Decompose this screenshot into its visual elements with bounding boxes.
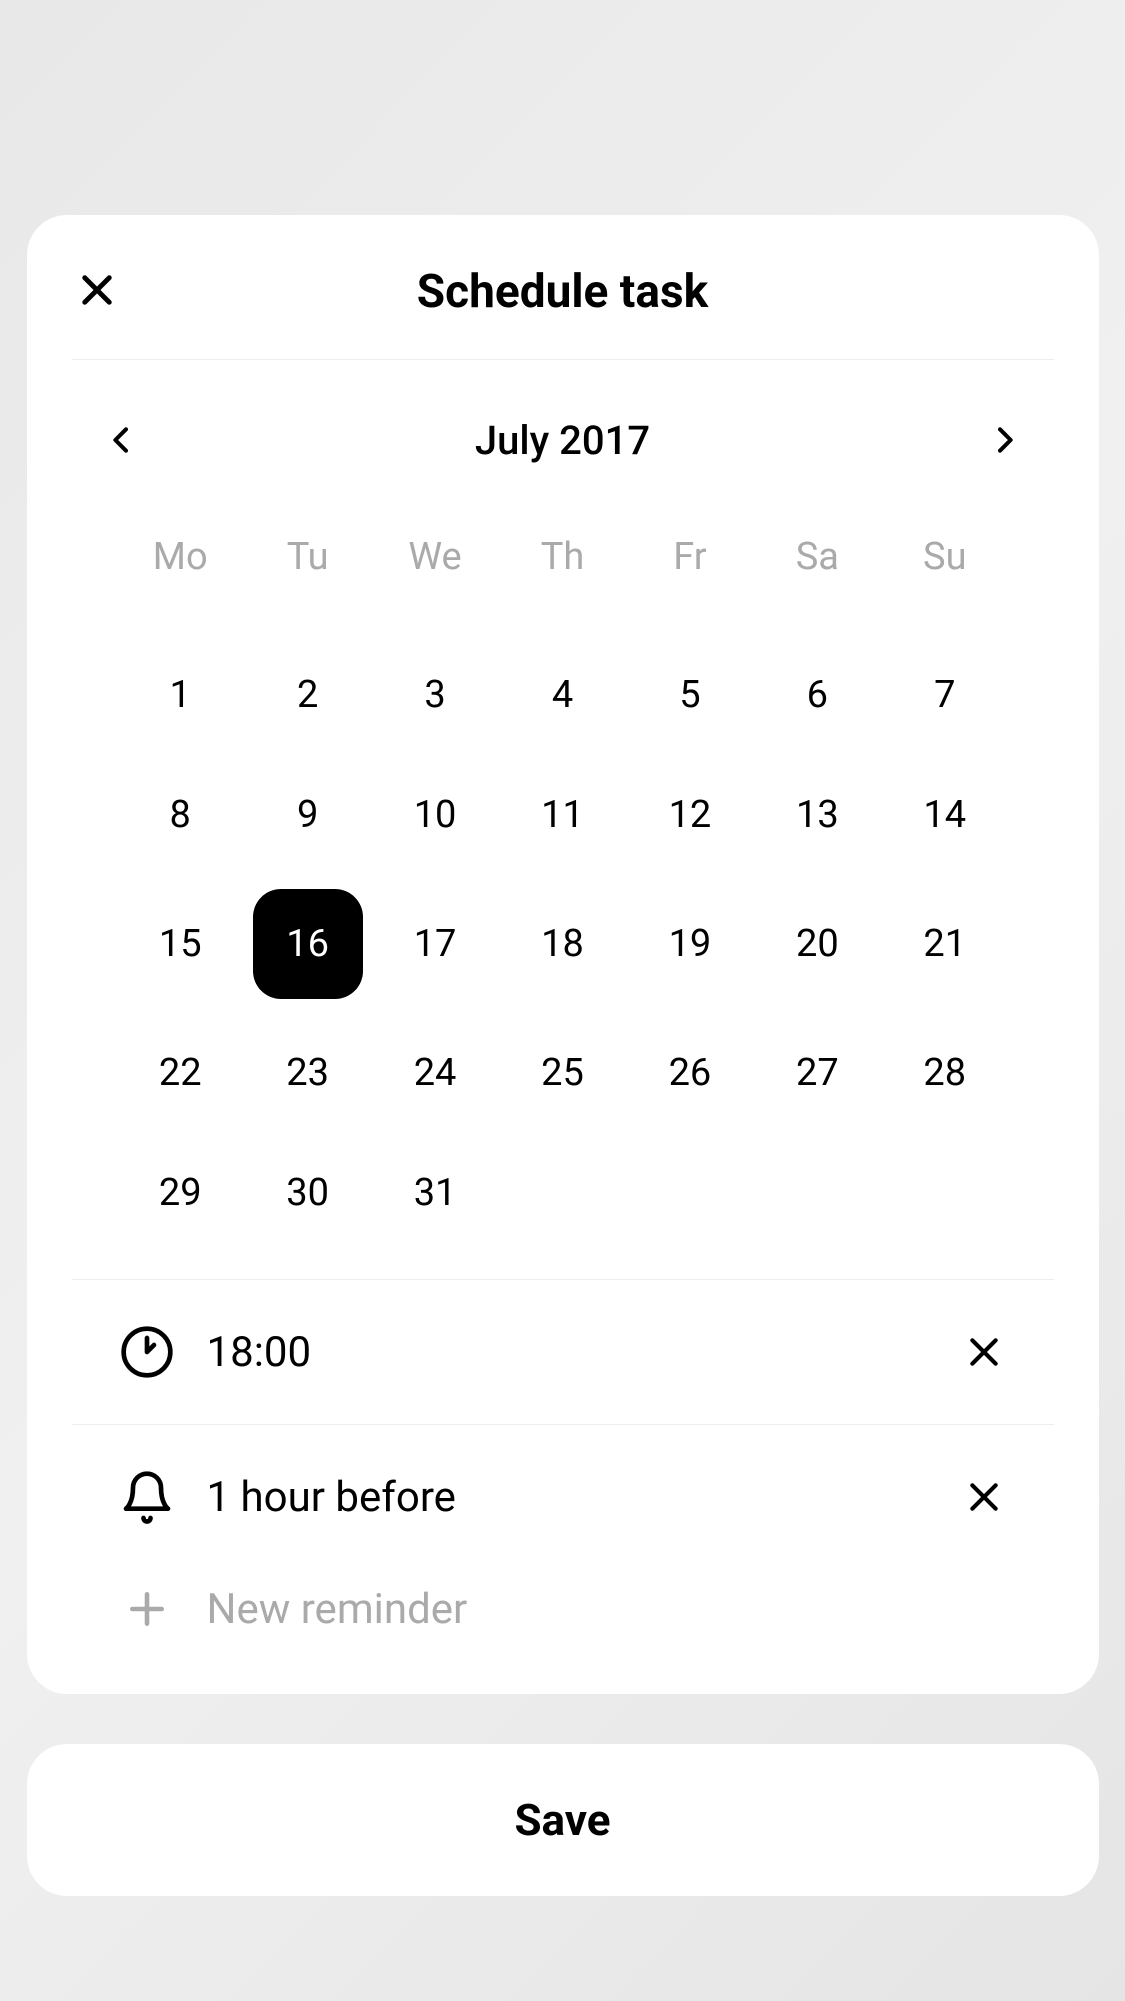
weekday-header: Th: [499, 515, 626, 599]
close-icon: [964, 1477, 1004, 1517]
new-reminder-label: New reminder: [207, 1585, 1009, 1634]
calendar: Mo Tu We Th Fr Sa Su 1234567891011121314…: [72, 495, 1054, 1280]
clock-icon: [117, 1322, 177, 1382]
calendar-day[interactable]: 31: [371, 1147, 498, 1239]
reminder-label: 1 hour before: [207, 1473, 959, 1522]
save-button-label: Save: [514, 1794, 610, 1846]
clear-time-button[interactable]: [959, 1327, 1009, 1377]
calendar-day[interactable]: 18: [499, 889, 626, 999]
calendar-day[interactable]: 5: [626, 649, 753, 741]
weekday-header-row: Mo Tu We Th Fr Sa Su: [117, 515, 1009, 599]
calendar-day[interactable]: 1: [117, 649, 244, 741]
weekday-header: Tu: [244, 515, 371, 599]
bell-icon: [117, 1467, 177, 1527]
calendar-day[interactable]: 17: [371, 889, 498, 999]
calendar-day[interactable]: 6: [754, 649, 881, 741]
weekday-header: Sa: [754, 515, 881, 599]
prev-month-button[interactable]: [97, 415, 147, 465]
calendar-day[interactable]: 30: [244, 1147, 371, 1239]
calendar-day[interactable]: 7: [881, 649, 1008, 741]
calendar-day[interactable]: 19: [626, 889, 753, 999]
calendar-day[interactable]: 16: [253, 889, 363, 999]
schedule-task-modal: Schedule task July 2017 Mo Tu We Th Fr S…: [27, 215, 1099, 1694]
chevron-right-icon: [988, 420, 1020, 460]
chevron-left-icon: [106, 420, 138, 460]
calendar-day[interactable]: 10: [371, 769, 498, 861]
calendar-day[interactable]: 14: [881, 769, 1008, 861]
weekday-header: Fr: [626, 515, 753, 599]
weekday-header: Mo: [117, 515, 244, 599]
time-value: 18:00: [207, 1328, 959, 1377]
calendar-day[interactable]: 29: [117, 1147, 244, 1239]
close-icon: [76, 269, 118, 311]
time-row[interactable]: 18:00: [72, 1280, 1054, 1425]
reminder-row[interactable]: 1 hour before: [72, 1425, 1054, 1569]
weekday-header: Su: [881, 515, 1008, 599]
calendar-day[interactable]: 13: [754, 769, 881, 861]
close-button[interactable]: [72, 265, 122, 315]
calendar-day[interactable]: 15: [117, 889, 244, 999]
new-reminder-row[interactable]: New reminder: [72, 1569, 1054, 1694]
close-icon: [964, 1332, 1004, 1372]
calendar-day[interactable]: 9: [244, 769, 371, 861]
calendar-day[interactable]: 12: [626, 769, 753, 861]
calendar-day[interactable]: 4: [499, 649, 626, 741]
remove-reminder-button[interactable]: [959, 1472, 1009, 1522]
next-month-button[interactable]: [979, 415, 1029, 465]
calendar-day[interactable]: 20: [754, 889, 881, 999]
calendar-day[interactable]: 2: [244, 649, 371, 741]
calendar-day[interactable]: 3: [371, 649, 498, 741]
month-label: July 2017: [147, 417, 979, 464]
calendar-day[interactable]: 23: [244, 1027, 371, 1119]
calendar-day[interactable]: 21: [881, 889, 1008, 999]
calendar-day[interactable]: 27: [754, 1027, 881, 1119]
modal-title: Schedule task: [117, 265, 1009, 319]
calendar-day[interactable]: 24: [371, 1027, 498, 1119]
modal-header: Schedule task: [72, 215, 1054, 360]
plus-icon: [117, 1579, 177, 1639]
days-grid: 1234567891011121314151617181920212223242…: [117, 649, 1009, 1239]
calendar-day[interactable]: 26: [626, 1027, 753, 1119]
weekday-header: We: [371, 515, 498, 599]
calendar-day[interactable]: 22: [117, 1027, 244, 1119]
calendar-day[interactable]: 25: [499, 1027, 626, 1119]
calendar-day[interactable]: 28: [881, 1027, 1008, 1119]
calendar-day[interactable]: 11: [499, 769, 626, 861]
calendar-day[interactable]: 8: [117, 769, 244, 861]
month-navigation: July 2017: [27, 360, 1099, 495]
save-button[interactable]: Save: [27, 1744, 1099, 1896]
